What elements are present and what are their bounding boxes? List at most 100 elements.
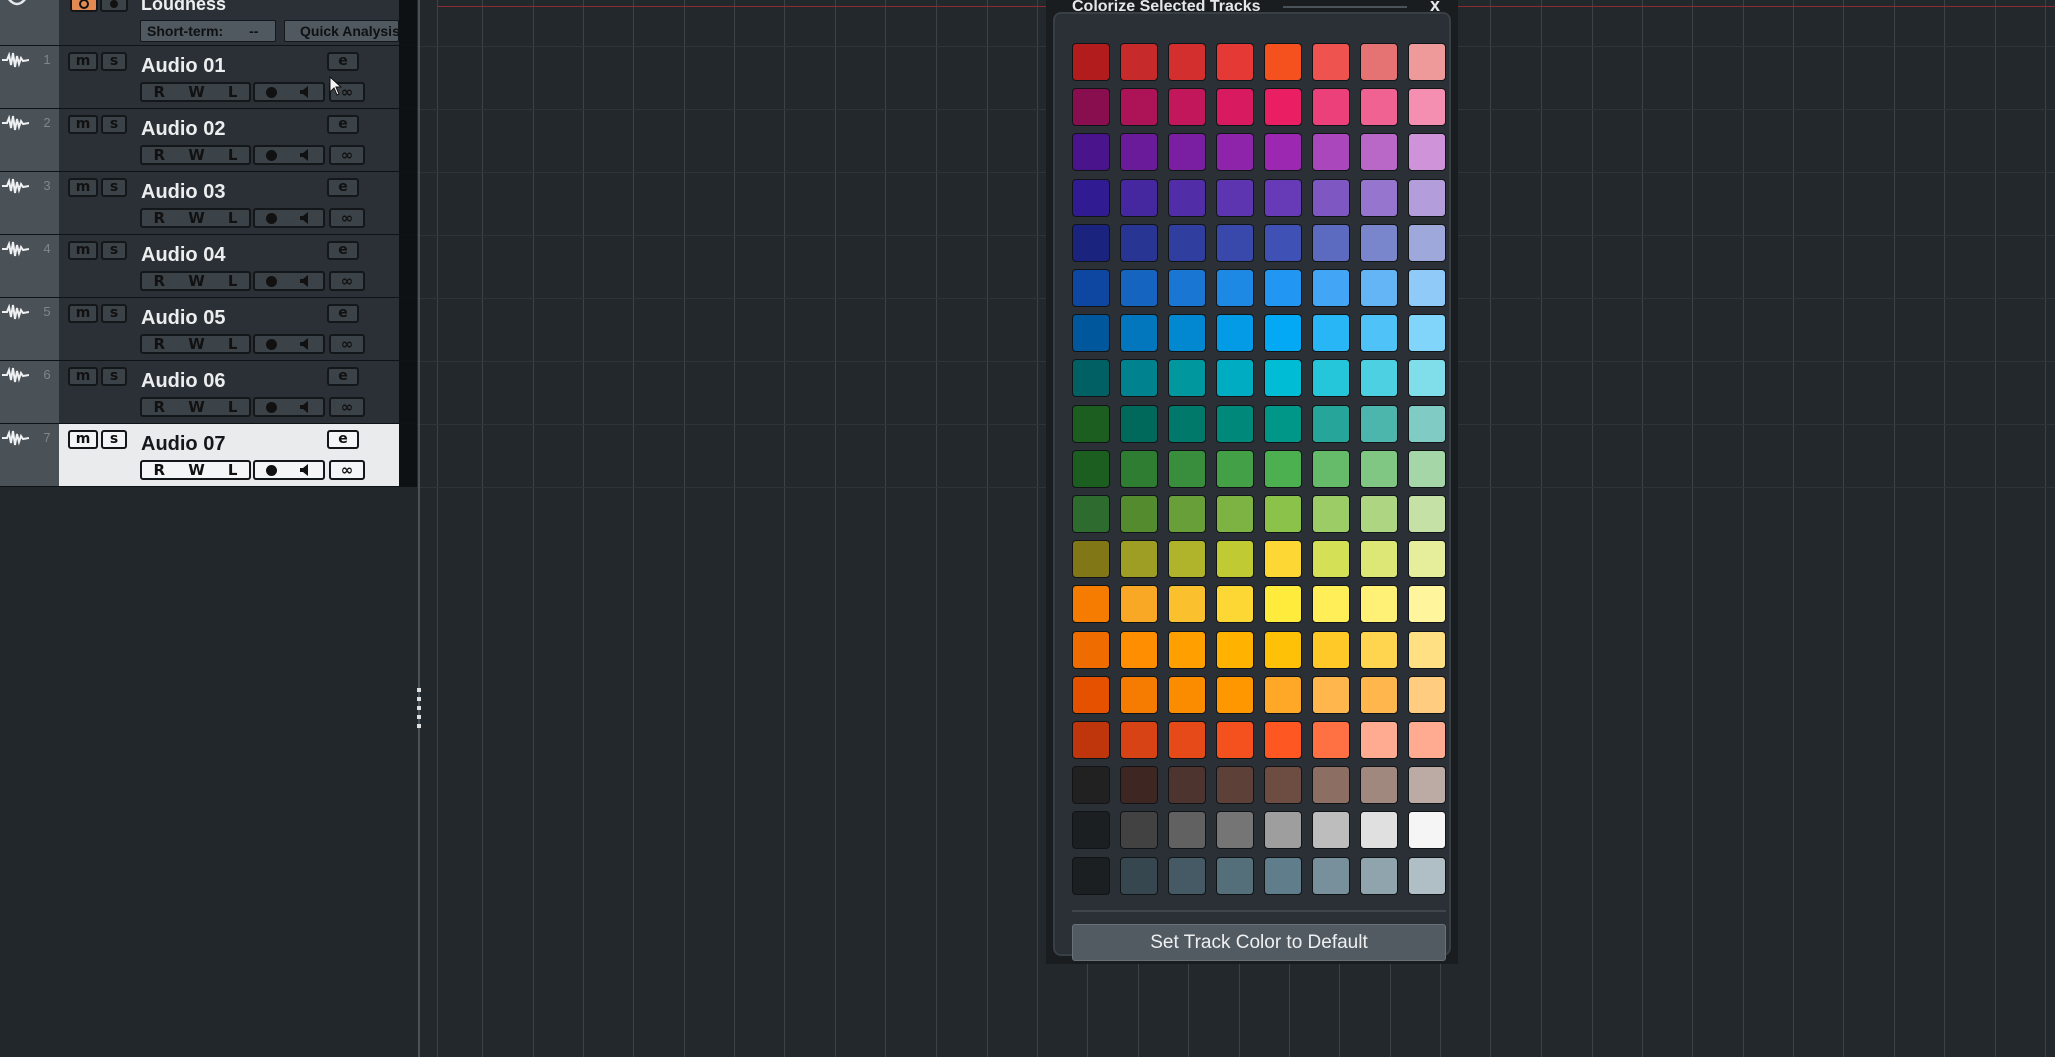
- color-swatch[interactable]: [1360, 404, 1398, 443]
- color-swatch[interactable]: [1264, 495, 1302, 533]
- color-swatch[interactable]: [1312, 721, 1350, 759]
- color-swatch[interactable]: [1216, 359, 1254, 398]
- color-swatch[interactable]: [1360, 359, 1398, 398]
- edit-instrument-button[interactable]: e: [327, 52, 359, 71]
- color-swatch[interactable]: [1408, 540, 1446, 579]
- record-enable-icon[interactable]: [265, 401, 278, 414]
- color-swatch[interactable]: [1168, 178, 1206, 217]
- color-swatch[interactable]: [1072, 856, 1110, 895]
- color-swatch[interactable]: [1264, 675, 1302, 714]
- write-automation-button[interactable]: W: [188, 146, 205, 164]
- monitor-speaker-icon[interactable]: [299, 463, 313, 477]
- track-row[interactable]: 5 m s Audio 05 e R W L ∞: [0, 298, 417, 361]
- color-swatch[interactable]: [1264, 449, 1302, 488]
- color-swatch[interactable]: [1264, 721, 1302, 759]
- color-swatch[interactable]: [1216, 88, 1254, 127]
- color-swatch[interactable]: [1360, 88, 1398, 127]
- record-enable-icon[interactable]: [265, 338, 278, 351]
- color-swatch[interactable]: [1216, 721, 1254, 759]
- color-swatch[interactable]: [1120, 585, 1158, 624]
- solo-button[interactable]: s: [101, 52, 127, 71]
- edit-instrument-button[interactable]: e: [327, 241, 359, 260]
- record-enable-icon[interactable]: [265, 212, 278, 225]
- color-swatch[interactable]: [1360, 223, 1398, 262]
- track-panel[interactable]: m s Audio 05 e R W L ∞: [59, 298, 399, 360]
- lanes-button[interactable]: L: [228, 398, 238, 416]
- color-swatch[interactable]: [1264, 223, 1302, 262]
- color-swatch[interactable]: [1072, 133, 1110, 172]
- color-swatch[interactable]: [1216, 585, 1254, 624]
- read-automation-button[interactable]: R: [154, 83, 166, 101]
- loudness-record-button[interactable]: [100, 0, 128, 12]
- color-swatch[interactable]: [1168, 449, 1206, 488]
- color-swatch[interactable]: [1360, 495, 1398, 533]
- track-panel[interactable]: m s Audio 03 e R W L ∞: [59, 172, 399, 234]
- link-button[interactable]: ∞: [329, 271, 365, 291]
- color-swatch[interactable]: [1216, 43, 1254, 81]
- mute-button[interactable]: m: [68, 367, 98, 386]
- color-swatch[interactable]: [1408, 359, 1446, 398]
- color-swatch[interactable]: [1360, 675, 1398, 714]
- read-automation-button[interactable]: R: [154, 209, 166, 227]
- monitor-speaker-icon[interactable]: [299, 400, 313, 414]
- color-swatch[interactable]: [1264, 630, 1302, 669]
- lanes-button[interactable]: L: [228, 146, 238, 164]
- color-swatch[interactable]: [1312, 43, 1350, 81]
- monitor-speaker-icon[interactable]: [299, 274, 313, 288]
- mute-button[interactable]: m: [68, 115, 98, 134]
- color-swatch[interactable]: [1312, 585, 1350, 624]
- monitor-speaker-icon[interactable]: [299, 148, 313, 162]
- color-swatch[interactable]: [1216, 540, 1254, 579]
- color-swatch[interactable]: [1408, 856, 1446, 895]
- color-swatch[interactable]: [1168, 766, 1206, 805]
- write-automation-button[interactable]: W: [188, 209, 205, 227]
- color-swatch[interactable]: [1120, 721, 1158, 759]
- track-name[interactable]: Audio 05: [141, 307, 225, 330]
- color-swatch[interactable]: [1408, 449, 1446, 488]
- color-swatch[interactable]: [1072, 630, 1110, 669]
- color-swatch[interactable]: [1120, 495, 1158, 533]
- color-swatch[interactable]: [1264, 88, 1302, 127]
- mute-button[interactable]: m: [68, 304, 98, 323]
- color-swatch[interactable]: [1408, 766, 1446, 805]
- monitor-speaker-icon[interactable]: [299, 85, 313, 99]
- color-swatch[interactable]: [1072, 404, 1110, 443]
- color-swatch[interactable]: [1312, 269, 1350, 307]
- color-swatch[interactable]: [1072, 766, 1110, 805]
- color-swatch[interactable]: [1408, 721, 1446, 759]
- color-swatch[interactable]: [1072, 449, 1110, 488]
- color-swatch[interactable]: [1120, 43, 1158, 81]
- track-row[interactable]: 3 m s Audio 03 e R W L ∞: [0, 172, 417, 235]
- color-swatch[interactable]: [1312, 88, 1350, 127]
- monitor-speaker-icon[interactable]: [299, 337, 313, 351]
- color-swatch[interactable]: [1360, 630, 1398, 669]
- color-swatch[interactable]: [1312, 856, 1350, 895]
- track-row[interactable]: 2 m s Audio 02 e R W L ∞: [0, 109, 417, 172]
- solo-button[interactable]: s: [101, 241, 127, 260]
- color-swatch[interactable]: [1168, 359, 1206, 398]
- color-swatch[interactable]: [1312, 359, 1350, 398]
- color-swatch[interactable]: [1360, 449, 1398, 488]
- edit-instrument-button[interactable]: e: [327, 367, 359, 386]
- color-swatch[interactable]: [1168, 675, 1206, 714]
- color-swatch[interactable]: [1120, 630, 1158, 669]
- color-swatch[interactable]: [1120, 269, 1158, 307]
- color-swatch[interactable]: [1120, 314, 1158, 353]
- color-swatch[interactable]: [1072, 721, 1110, 759]
- color-swatch[interactable]: [1360, 585, 1398, 624]
- color-swatch[interactable]: [1120, 856, 1158, 895]
- color-swatch[interactable]: [1216, 766, 1254, 805]
- color-swatch[interactable]: [1072, 178, 1110, 217]
- color-swatch[interactable]: [1312, 404, 1350, 443]
- link-button[interactable]: ∞: [329, 460, 365, 480]
- solo-button[interactable]: s: [101, 304, 127, 323]
- color-swatch[interactable]: [1072, 585, 1110, 624]
- track-name[interactable]: Audio 04: [141, 244, 225, 267]
- write-automation-button[interactable]: W: [188, 83, 205, 101]
- color-swatch[interactable]: [1168, 495, 1206, 533]
- link-button[interactable]: ∞: [329, 397, 365, 417]
- color-swatch[interactable]: [1168, 43, 1206, 81]
- color-swatch[interactable]: [1168, 88, 1206, 127]
- color-swatch[interactable]: [1168, 721, 1206, 759]
- color-swatch[interactable]: [1408, 88, 1446, 127]
